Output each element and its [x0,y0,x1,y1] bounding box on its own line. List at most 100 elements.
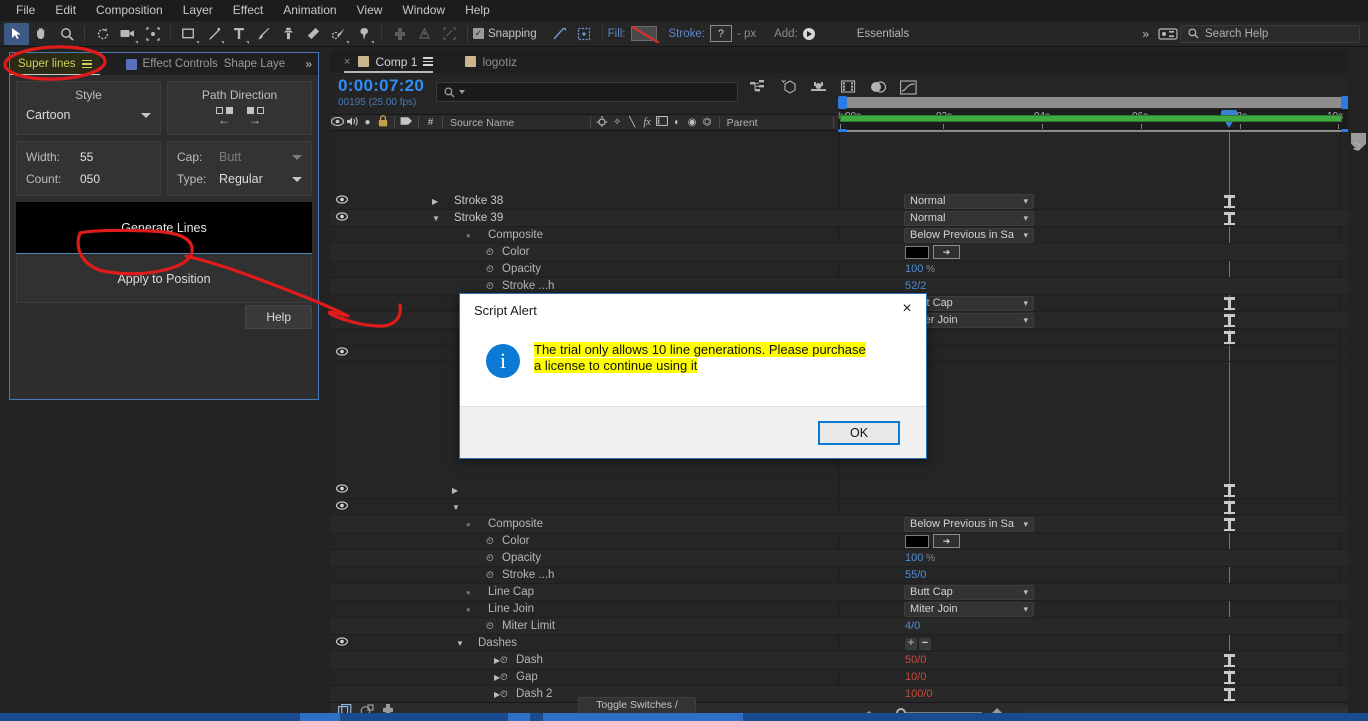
frame-blend-icon[interactable] [841,80,856,97]
fill-swatch[interactable] [630,26,659,43]
motion-blur-icon[interactable] [810,80,827,97]
menu-item-view[interactable]: View [347,0,393,21]
help-button[interactable]: Help [245,305,312,329]
zoom-tool-icon[interactable] [54,23,79,45]
stroke-control[interactable]: Stroke: ? - px [669,25,756,42]
close-icon[interactable]: × [344,56,350,68]
timeline-row[interactable]: •Line CapButt Cap▾ [330,584,1368,601]
eraser-tool-icon[interactable] [301,23,326,45]
chevron-down-icon[interactable] [141,112,151,118]
row-visibility-icon[interactable] [335,347,348,359]
effects-switch-column-icon[interactable]: fx [640,117,655,128]
row-dropdown[interactable]: Below Previous in Sa ▾ [904,227,1034,243]
timeline-row[interactable]: ▶ ⏲ Dash 50/0 [330,652,1368,669]
snapping-checkbox-icon[interactable]: ✓ [473,28,484,39]
row-stopwatch-icon[interactable]: ⏲ [486,536,494,547]
layer-duration-bar[interactable] [1224,297,1235,310]
brush-tool-icon[interactable] [251,23,276,45]
layer-duration-bar[interactable] [1224,501,1235,514]
width-input[interactable]: 55 [80,150,93,164]
menu-item-effect[interactable]: Effect [223,0,273,21]
timeline-row[interactable]: ▼ Dashes + − [330,635,1368,652]
generate-lines-button[interactable]: Generate Lines [16,202,312,254]
work-area-bar-top[interactable] [838,97,1350,108]
motion-blur-switch-column-icon[interactable]: ◐ [670,117,685,128]
collapse-switch-column-icon[interactable]: ✧ [610,117,625,128]
solo-column-icon[interactable]: ● [360,117,375,128]
camera-tool-icon[interactable] [115,23,140,45]
frame-blend-switch-column-icon[interactable] [655,116,670,129]
audio-column-icon[interactable] [345,116,360,130]
row-stopwatch-icon[interactable]: ⏲ [500,689,508,700]
timeline-row[interactable]: •Line JoinMiter Join▾ [330,601,1368,618]
menu-item-edit[interactable]: Edit [45,0,86,21]
row-dropdown[interactable]: Normal ▾ [904,210,1034,226]
row-stopwatch-icon[interactable]: ⏲ [486,247,494,258]
row-dropdown[interactable]: Normal ▾ [904,193,1034,209]
row-value[interactable]: 100/0 [905,688,933,700]
type-chevron-down-icon[interactable] [292,176,302,182]
3d-switch-column-icon[interactable]: ⏣ [700,117,715,128]
parent-column[interactable]: Parent [727,117,758,129]
chevron-down-icon[interactable]: ▾ [1023,230,1028,241]
timeline-row[interactable]: ▼ Stroke 39 Normal ▾ [330,210,1368,227]
stroke-swatch[interactable]: ? [709,25,732,42]
timeline-row[interactable]: ⏲ Color ➔ [330,244,1368,261]
row-dropdown[interactable]: Butt Cap ▾ [904,584,1034,600]
graph-editor-icon[interactable] [900,79,917,98]
cap-chevron-down-icon[interactable] [292,154,302,160]
row-stopwatch-icon[interactable]: ⏲ [486,264,494,275]
ok-button[interactable]: OK [818,420,900,445]
layer-duration-bar[interactable] [1224,331,1235,344]
add-menu-icon[interactable] [802,27,815,40]
path-direction-left-button[interactable]: ← [215,107,233,126]
layer-number-column[interactable]: # [423,117,438,128]
row-visibility-icon[interactable] [335,195,348,207]
layer-duration-bar[interactable] [1224,654,1235,667]
row-stopwatch-icon[interactable]: ⏲ [500,672,508,683]
timeline-row[interactable]: • Composite Below Previous in Sa ▾ [330,516,1368,533]
timeline-row[interactable]: ▶ Stroke 38 Normal ▾ [330,193,1368,210]
rectangle-tool-icon[interactable] [176,23,201,45]
chevron-down-icon[interactable]: ▾ [1023,587,1028,598]
work-area-start-handle[interactable] [838,96,847,109]
type-tool-icon[interactable] [226,23,251,45]
layer-duration-bar[interactable] [1224,212,1235,225]
row-visibility-icon[interactable] [335,484,348,496]
chevron-down-icon[interactable]: ▾ [1023,213,1028,224]
lock-column-icon[interactable] [375,115,390,130]
menu-item-layer[interactable]: Layer [173,0,223,21]
layer-duration-bar[interactable] [1224,484,1235,497]
row-value[interactable]: 100 % [905,263,935,275]
composition-mini-flowchart-icon[interactable] [750,80,766,97]
workspace-overflow-icon[interactable]: » [1142,27,1155,41]
row-visibility-icon[interactable] [335,501,348,513]
panel-tabs-overflow-icon[interactable]: » [305,57,318,71]
taskbar-item-2[interactable] [508,713,530,721]
dialog-close-icon[interactable]: × [896,299,918,319]
chevron-down-icon[interactable]: ▾ [1023,604,1028,615]
add-control[interactable]: Add: [774,27,815,40]
timeline-row[interactable]: ▼ [330,499,1368,516]
row-stopwatch-icon[interactable]: ⏲ [486,553,494,564]
row-dropdown[interactable]: Below Previous in Sa ▾ [904,516,1034,532]
timeline-row[interactable]: ⏲ Miter Limit 4/0 [330,618,1368,635]
local-axis-mode-icon[interactable] [387,23,412,45]
remove-dash-icon[interactable]: − [919,638,931,650]
tab-comp-1[interactable]: × Comp 1 [336,50,441,73]
clone-stamp-tool-icon[interactable] [276,23,301,45]
timeline-row[interactable]: ⏲ Color ➔ [330,533,1368,550]
row-eyedropper-icon[interactable]: ➔ [933,534,960,548]
chevron-down-icon[interactable]: ▾ [1023,315,1028,326]
workspace-settings-icon[interactable] [1155,23,1180,45]
snapping-bounds-icon[interactable] [572,23,597,45]
timeline-row[interactable]: ⏲ Opacity 100 % [330,550,1368,567]
timeline-row[interactable]: • Composite Below Previous in Sa ▾ [330,227,1368,244]
row-eyedropper-icon[interactable]: ➔ [933,245,960,259]
dashes-add-remove[interactable]: + − [905,638,931,650]
timeline-row[interactable]: ⏲ Opacity 100 % [330,261,1368,278]
layer-duration-bar[interactable] [1224,314,1235,327]
layer-duration-bar[interactable] [1224,195,1235,208]
row-value[interactable]: 100 % [905,552,935,564]
fill-control[interactable]: Fill: [608,26,659,43]
